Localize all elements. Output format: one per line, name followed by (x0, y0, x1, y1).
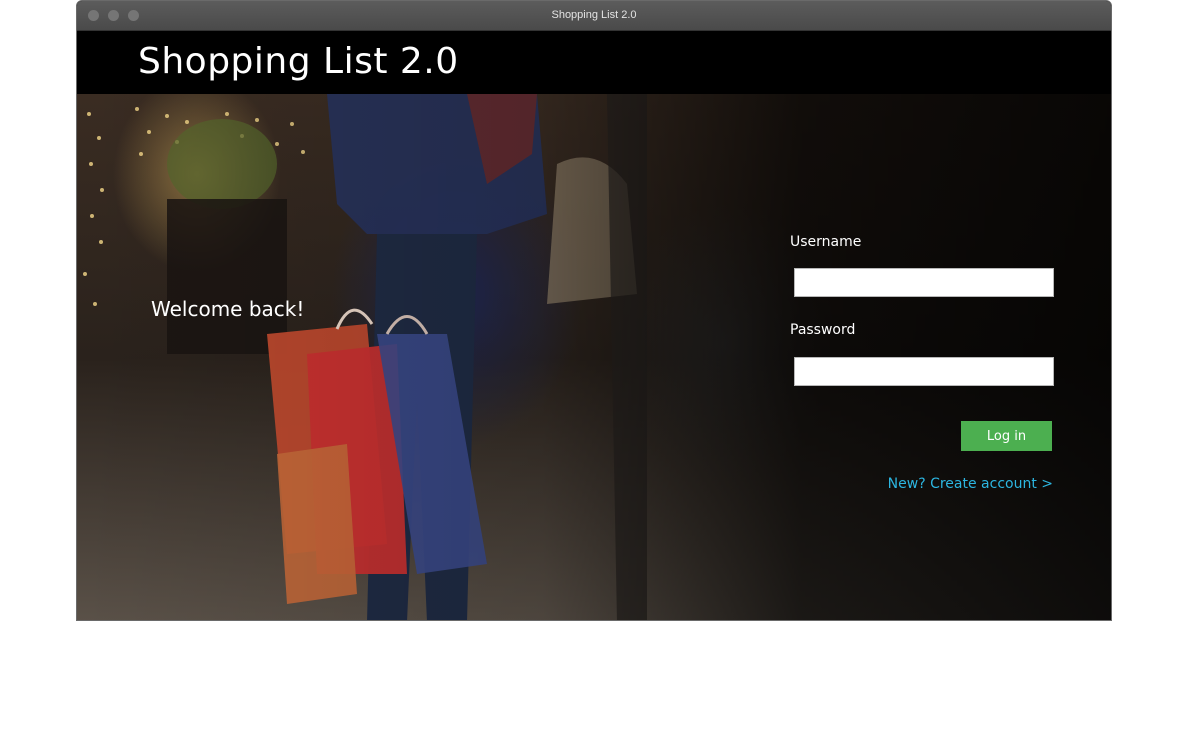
username-label: Username (790, 234, 862, 250)
app-header: Shopping List 2.0 (77, 31, 1111, 94)
login-button[interactable]: Log in (961, 421, 1052, 451)
welcome-message: Welcome back! (151, 297, 305, 321)
window-title: Shopping List 2.0 (551, 9, 637, 21)
hero-background-image: Welcome back! Username Password Log in N… (77, 94, 1111, 620)
app-window: Shopping List 2.0 Shopping List 2.0 Welc… (76, 0, 1112, 621)
create-account-link[interactable]: New? Create account > (888, 476, 1053, 492)
password-label: Password (790, 322, 856, 338)
app-title: Shopping List 2.0 (138, 41, 459, 82)
password-input[interactable] (794, 357, 1054, 386)
window-titlebar[interactable]: Shopping List 2.0 (77, 1, 1111, 31)
username-input[interactable] (794, 268, 1054, 297)
